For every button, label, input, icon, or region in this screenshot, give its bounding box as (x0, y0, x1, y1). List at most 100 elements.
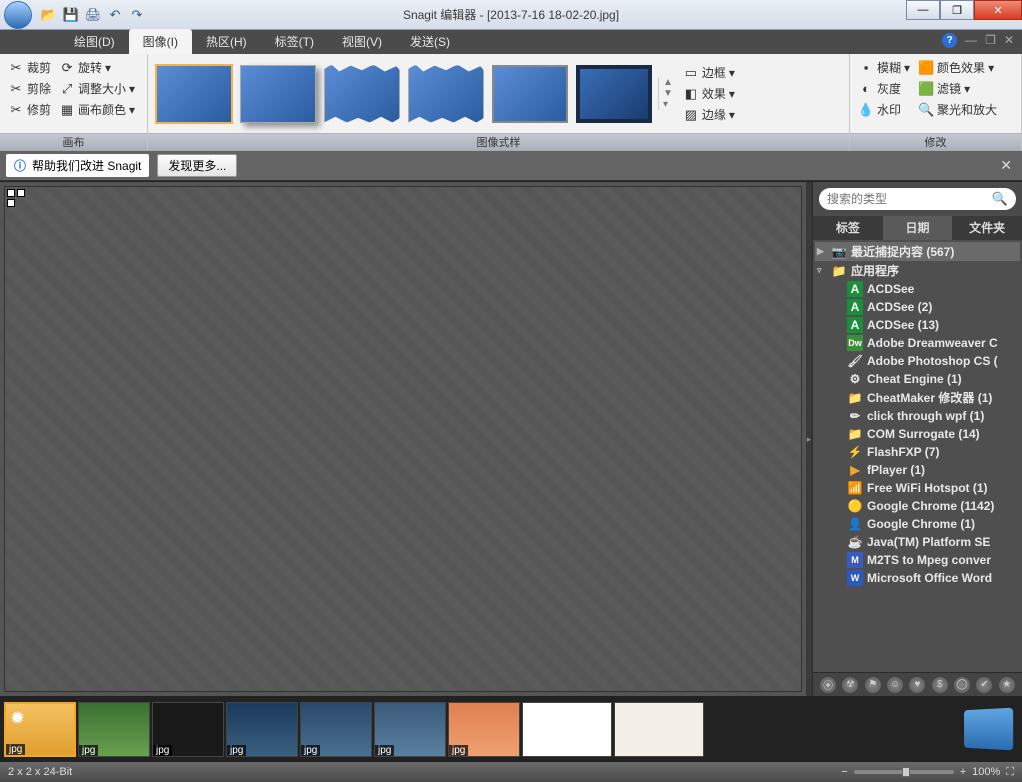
tree-item[interactable]: ☕Java(TM) Platform SE (815, 533, 1020, 551)
tab-image[interactable]: 图像(I) (129, 29, 192, 54)
tree-item[interactable]: MM2TS to Mpeg conver (815, 551, 1020, 569)
tab-view[interactable]: 视图(V) (328, 29, 396, 54)
tab-draw[interactable]: 绘图(D) (60, 29, 129, 54)
fullscreen-icon[interactable]: ⛶ (1006, 766, 1014, 779)
effects-button[interactable]: ◧效果 ▾ (681, 84, 737, 103)
resize-button[interactable]: ⤢调整大小 ▾ (57, 79, 137, 98)
tab-hotspot[interactable]: 热区(H) (192, 29, 261, 54)
discover-more-button[interactable]: 发现更多... (157, 154, 237, 177)
trim-button[interactable]: ✂修剪 (6, 100, 53, 119)
tree-item[interactable]: 🟡Google Chrome (1142) (815, 497, 1020, 515)
tree-item[interactable]: ⚡FlashFXP (7) (815, 443, 1020, 461)
tree-recent[interactable]: ▶📷最近捕捉内容 (567) (815, 242, 1020, 261)
status-dimensions: 2 x 2 x 24-Bit (8, 766, 72, 778)
tag-icon[interactable]: ☺ (887, 677, 903, 693)
style-thumb-shadow[interactable] (240, 65, 316, 123)
border-button[interactable]: ▭边框 ▾ (681, 63, 737, 82)
tag-icon[interactable]: ✔ (976, 677, 992, 693)
tree-item[interactable]: AACDSee (13) (815, 316, 1020, 334)
edges-button[interactable]: ▨边缘 ▾ (681, 105, 737, 124)
tree-item[interactable]: AACDSee (815, 280, 1020, 298)
info-icon: ⓘ (14, 157, 26, 174)
tab-tags[interactable]: 标签(T) (261, 29, 328, 54)
canvas[interactable] (4, 186, 802, 692)
tree-item[interactable]: 👤Google Chrome (1) (815, 515, 1020, 533)
zoom-in-icon[interactable]: + (960, 766, 966, 778)
tree-item[interactable]: ⚙Cheat Engine (1) (815, 370, 1020, 388)
search-input[interactable] (827, 192, 992, 206)
tray-thumb[interactable] (522, 702, 612, 757)
blur-button[interactable]: ▪模糊 ▾ (856, 58, 912, 77)
tree-item[interactable]: AACDSee (2) (815, 298, 1020, 316)
tray-thumb[interactable] (614, 702, 704, 757)
save-icon[interactable]: 💾 (62, 6, 80, 24)
maximize-button[interactable]: ❐ (940, 0, 974, 20)
search-box[interactable]: 🔍 (819, 188, 1016, 210)
spotlight-button[interactable]: 🔍聚光和放大 (916, 100, 999, 119)
watermark-button[interactable]: 💧水印 (856, 100, 912, 119)
gray-button[interactable]: ◐灰度 (856, 79, 912, 98)
cut-button[interactable]: ✂剪除 (6, 79, 53, 98)
zoom-slider[interactable] (854, 770, 954, 774)
tab-send[interactable]: 发送(S) (396, 29, 464, 54)
tray-folder-icon[interactable] (964, 708, 1013, 751)
inner-close-icon[interactable]: ✕ (1004, 33, 1014, 48)
tray-thumb[interactable]: jpg (152, 702, 224, 757)
style-thumb-plain[interactable] (156, 65, 232, 123)
tray-thumb[interactable]: jpg (448, 702, 520, 757)
style-thumb-bevel[interactable] (492, 65, 568, 123)
undo-icon[interactable]: ↶ (106, 6, 124, 24)
info-text: 帮助我们改进 Snagit (32, 157, 141, 174)
crop-button[interactable]: ✂裁剪 (6, 58, 53, 77)
tag-icon[interactable]: $ (932, 677, 948, 693)
tag-icon[interactable]: ♥ (909, 677, 925, 693)
open-icon[interactable]: 📂 (40, 6, 58, 24)
tree-item[interactable]: ✏click through wpf (1) (815, 407, 1020, 425)
tray-thumb[interactable]: jpg (226, 702, 298, 757)
tag-icon[interactable]: ★ (999, 677, 1015, 693)
sidetab-date[interactable]: 日期 (883, 216, 953, 240)
tree-item[interactable]: WMicrosoft Office Word (815, 569, 1020, 587)
app-orb[interactable] (4, 1, 32, 29)
side-panel: 🔍 标签 日期 文件夹 ▶📷最近捕捉内容 (567) ▿📁应用程序 AACDSe… (812, 182, 1022, 696)
search-icon[interactable]: 🔍 (992, 191, 1008, 207)
tag-icon[interactable]: ◯ (954, 677, 970, 693)
tray-thumb[interactable]: jpg (78, 702, 150, 757)
filter-button[interactable]: 🟩滤镜 ▾ (916, 79, 999, 98)
tag-icon[interactable]: ⚑ (865, 677, 881, 693)
zoom-out-icon[interactable]: − (841, 766, 847, 778)
tree-item[interactable]: 📁COM Surrogate (14) (815, 425, 1020, 443)
inner-restore-icon[interactable]: ❐ (985, 33, 996, 48)
inner-minimize-icon[interactable]: — (965, 33, 977, 48)
style-thumb-torn2[interactable] (408, 65, 484, 123)
help-icon[interactable]: ? (942, 33, 957, 48)
tray-thumb[interactable]: ✹jpg (4, 702, 76, 757)
resize-handle[interactable] (17, 189, 25, 197)
tree-item[interactable]: DwAdobe Dreamweaver C (815, 334, 1020, 352)
tag-icon-row: ⦿ ☢ ⚑ ☺ ♥ $ ◯ ✔ ★ (813, 672, 1022, 696)
print-icon[interactable]: 🖨 (84, 6, 102, 24)
canvas-color-button[interactable]: ▦画布颜色 ▾ (57, 100, 137, 119)
tag-icon[interactable]: ☢ (842, 677, 858, 693)
resize-handle[interactable] (7, 189, 15, 197)
tree-item[interactable]: 📁CheatMaker 修改器 (1) (815, 388, 1020, 407)
tray-thumb[interactable]: jpg (300, 702, 372, 757)
tree-item[interactable]: 📶Free WiFi Hotspot (1) (815, 479, 1020, 497)
style-thumb-dark[interactable] (576, 65, 652, 123)
minimize-button[interactable]: — (906, 0, 940, 20)
resize-handle[interactable] (7, 199, 15, 207)
tree-item[interactable]: 🖌Adobe Photoshop CS ( (815, 352, 1020, 370)
sidetab-folder[interactable]: 文件夹 (952, 216, 1022, 240)
rotate-button[interactable]: ⟳旋转 ▾ (57, 58, 137, 77)
redo-icon[interactable]: ↷ (128, 6, 146, 24)
tag-icon[interactable]: ⦿ (820, 677, 836, 693)
tree-item[interactable]: ▶fPlayer (1) (815, 461, 1020, 479)
info-close-icon[interactable]: ✕ (996, 157, 1016, 174)
coloreffect-button[interactable]: 🟧颜色效果 ▾ (916, 58, 999, 77)
style-thumb-torn[interactable] (324, 65, 400, 123)
tree-apps[interactable]: ▿📁应用程序 (815, 261, 1020, 280)
close-button[interactable]: ✕ (974, 0, 1022, 20)
tray-thumb[interactable]: jpg (374, 702, 446, 757)
sidetab-tags[interactable]: 标签 (813, 216, 883, 240)
style-gallery-more[interactable]: ▲▼▾ (658, 77, 673, 110)
